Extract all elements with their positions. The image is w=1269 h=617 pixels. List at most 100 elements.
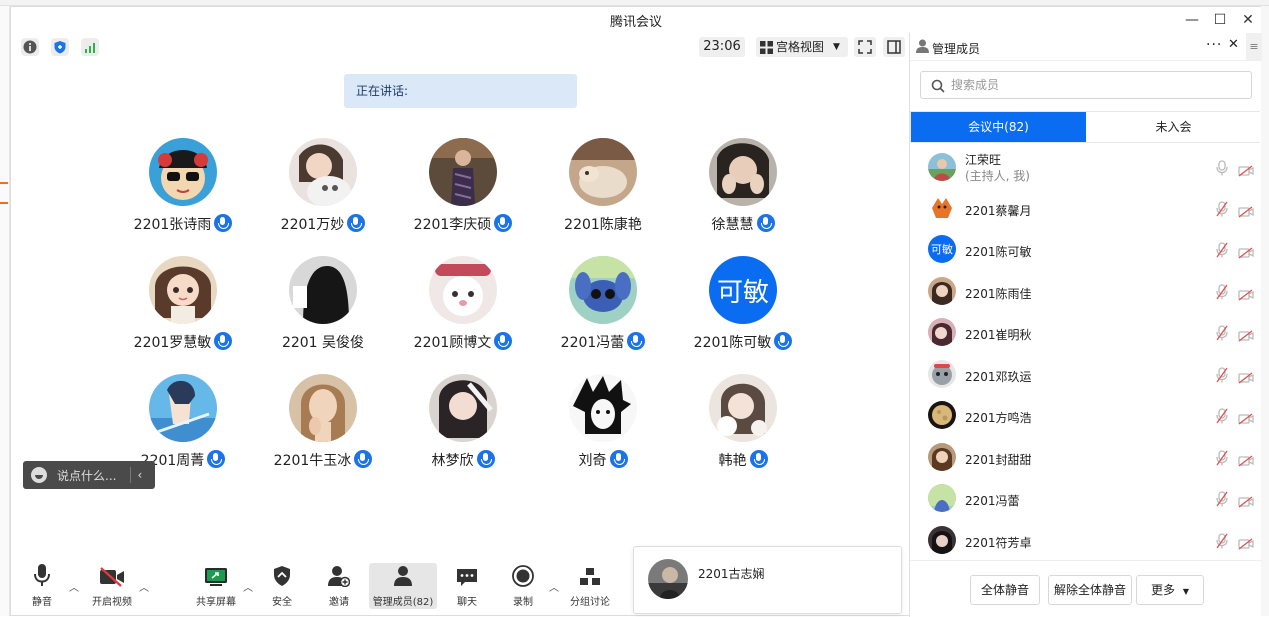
camera-off-icon [100,567,124,587]
share-screen-button[interactable]: 共享屏幕 [193,563,239,609]
participant-tile[interactable]: 林梦欣 [393,374,533,484]
member-row[interactable]: 2201崔明秋 [910,313,1262,354]
member-name: 2201崔明秋 [965,326,1032,343]
mic-muted-icon[interactable] [1216,284,1228,304]
self-view-card[interactable]: 2201古志娴 [633,546,902,614]
fullscreen-icon[interactable] [854,37,876,57]
member-role: (主持人, 我) [965,169,1030,183]
menu-icon[interactable]: ≡ [1246,33,1262,61]
signal-icon[interactable] [81,38,99,56]
member-row[interactable]: 2201邓玖运 [910,355,1262,396]
participant-tile[interactable]: 刘奇 [533,374,673,484]
mute-button[interactable]: 静音 [25,563,59,609]
video-options-caret[interactable]: ︿ [139,579,149,594]
member-search-input[interactable] [951,77,1241,93]
breakout-button[interactable]: 分组讨论 [567,563,613,609]
participant-tile[interactable]: 2201罗慧敏 [113,256,253,366]
participant-name-text: 2201陈康艳 [564,217,642,233]
member-name-text: 2201方鸣浩 [965,411,1032,425]
unmute-all-button[interactable]: 解除全体静音 [1048,575,1132,605]
member-row[interactable]: 2201冯蕾 [910,479,1262,520]
participant-tile[interactable]: 2201 吴俊俊 [253,256,393,366]
camera-off-icon[interactable] [1238,162,1254,181]
background-app-left [0,6,10,616]
minimize-button[interactable]: — [1181,10,1203,30]
camera-off-icon[interactable] [1238,203,1254,222]
emoji-icon[interactable] [31,467,47,483]
record-options-caret[interactable]: ︿ [549,579,559,594]
camera-off-icon[interactable] [1238,369,1254,388]
invite-button[interactable]: 邀请 [321,563,357,609]
member-row[interactable]: 可敏 2201陈可敏 [910,230,1262,271]
chevron-down-icon: ▼ [833,42,840,52]
camera-off-icon[interactable] [1238,493,1254,512]
participant-tile[interactable]: 2201陈康艳 [533,138,673,248]
member-row[interactable]: 2201方鸣浩 [910,396,1262,437]
sidebar-toggle-icon[interactable] [883,37,905,57]
member-row[interactable]: 2201封甜甜 [910,438,1262,479]
camera-off-icon[interactable] [1238,244,1254,263]
chat-button[interactable]: 聊天 [451,563,483,609]
member-name: 2201邓玖运 [965,368,1032,385]
camera-off-icon[interactable] [1238,452,1254,471]
participant-tile[interactable]: 2201万妙 [253,138,393,248]
camera-off-icon[interactable] [1238,286,1254,305]
participant-tile[interactable]: 2201张诗雨 [113,138,253,248]
view-mode-select[interactable]: 宫格视图 ▼ [756,37,848,57]
tab-not-joined[interactable]: 未入会 [1086,112,1261,142]
video-button[interactable]: 开启视频 [87,563,137,609]
mic-muted-icon[interactable] [1216,450,1228,470]
participant-avatar [149,374,217,442]
participant-tile[interactable]: 韩艳 [673,374,813,484]
tab-in-meeting[interactable]: 会议中(82) [911,112,1086,142]
record-button[interactable]: 录制 [507,563,539,609]
camera-off-icon[interactable] [1238,327,1254,346]
participant-tile[interactable]: 徐慧慧 [673,138,813,248]
participant-avatar [289,138,357,206]
mic-on-icon [476,450,495,468]
mic-muted-icon[interactable] [1216,491,1228,511]
security-button[interactable]: 安全 [265,563,299,609]
participant-tile[interactable]: 2201冯蕾 [533,256,673,366]
member-avatar [928,526,956,554]
camera-off-icon[interactable] [1238,535,1254,554]
share-options-caret[interactable]: ︿ [243,579,253,594]
more-button[interactable]: 更多 ▼ [1136,575,1204,605]
participant-tile[interactable]: 2201牛玉冰 [253,374,393,484]
camera-off-icon[interactable] [1238,410,1254,429]
more-options-icon[interactable]: ··· [1206,37,1222,53]
mic-icon[interactable] [1216,160,1228,180]
member-row[interactable]: 2201陈雨佳 [910,272,1262,313]
mic-on-icon [609,450,628,468]
search-box [920,71,1252,99]
info-icon[interactable] [21,38,39,56]
panel-close-icon[interactable]: ✕ [1228,37,1239,52]
member-row[interactable]: 2201蔡馨月 [910,189,1262,230]
meeting-toolbar: 23:06 宫格视图 ▼ [11,35,909,59]
close-button[interactable]: ✕ [1237,10,1259,30]
participant-tile[interactable]: 可敏 2201陈可敏 [673,256,813,366]
chat-input[interactable]: 说点什么... ‹ [23,461,155,489]
member-row[interactable]: 2201符芳卓 [910,521,1262,560]
mic-muted-icon[interactable] [1216,408,1228,428]
member-avatar [928,277,956,305]
manage-members-button[interactable]: 管理成员(82) [369,563,437,609]
mic-muted-icon[interactable] [1216,367,1228,387]
mic-muted-icon[interactable] [1216,533,1228,553]
record-icon [512,565,534,587]
member-row[interactable]: 江荣旺 (主持人, 我) [910,148,1262,189]
shield-icon[interactable] [51,38,69,56]
mute-options-caret[interactable]: ︿ [69,579,79,594]
participant-tile[interactable]: 2201李庆硕 [393,138,533,248]
self-view-name: 2201古志娴 [698,567,765,581]
maximize-button[interactable]: ☐ [1209,10,1231,30]
participant-avatar [149,138,217,206]
participant-name-text: 2201万妙 [280,217,345,233]
mic-muted-icon[interactable] [1216,325,1228,345]
mic-muted-icon[interactable] [1216,242,1228,262]
participant-tile[interactable]: 2201顾博文 [393,256,533,366]
title-bar: 腾讯会议 — ☐ ✕ [11,7,1261,33]
collapse-icon[interactable]: ‹ [137,468,142,482]
mute-all-button[interactable]: 全体静音 [970,575,1040,605]
mic-muted-icon[interactable] [1216,201,1228,221]
